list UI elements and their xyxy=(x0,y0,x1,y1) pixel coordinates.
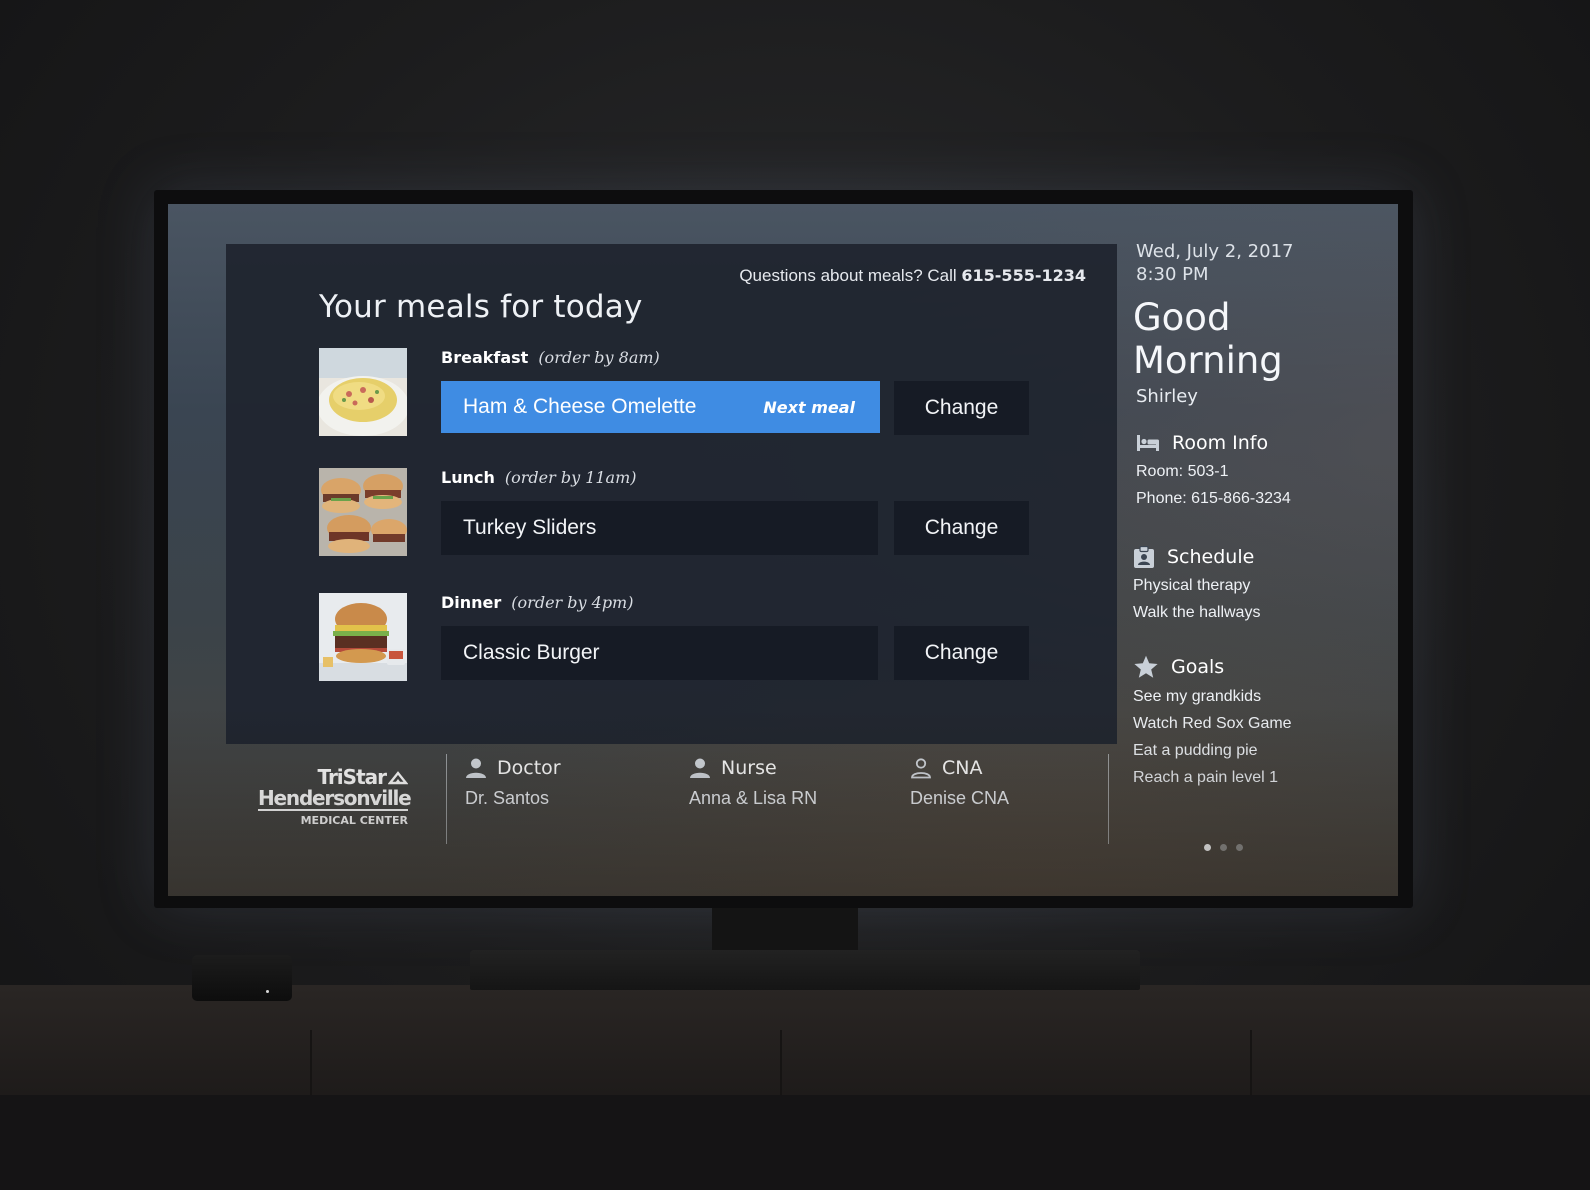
change-dinner-button[interactable]: Change xyxy=(894,626,1029,680)
change-breakfast-button[interactable]: Change xyxy=(894,381,1029,435)
logo-line-1-text: TriStar xyxy=(317,765,387,789)
care-team-name: Denise CNA xyxy=(910,788,1010,808)
meal-label-breakfast: Breakfast (order by 8am) xyxy=(441,348,660,367)
goals-title: Goals xyxy=(1171,656,1225,678)
sliders-photo xyxy=(319,468,407,556)
tv-stand-base xyxy=(470,950,1140,990)
set-top-box-light xyxy=(266,990,269,993)
person-icon xyxy=(690,758,710,778)
meal-row-lunch: Lunch (order by 11am) Turkey Sliders Chan… xyxy=(319,468,1039,558)
logo-line-2: Hendersonville xyxy=(258,786,412,811)
room-info-head: Room Info xyxy=(1136,432,1291,454)
next-meal-badge: Next meal xyxy=(763,397,855,417)
meal-deadline: (order by 11am) xyxy=(504,468,637,487)
schedule-title: Schedule xyxy=(1167,546,1255,568)
tv-screen: Questions about meals? Call 615-555-1234… xyxy=(168,204,1398,896)
care-team-cna: CNA Denise CNA xyxy=(910,757,1009,809)
meal-type: Breakfast xyxy=(441,348,529,367)
current-time: 8:30 PM xyxy=(1136,264,1209,285)
logo-line-1: TriStar xyxy=(258,765,409,789)
greeting-line-2: Morning xyxy=(1133,339,1283,382)
change-lunch-button[interactable]: Change xyxy=(894,501,1029,555)
meal-type: Dinner xyxy=(441,593,502,612)
sidebar: Wed, July 2, 2017 8:30 PM Good Morning S… xyxy=(1133,240,1383,786)
lunch-choice[interactable]: Turkey Sliders xyxy=(441,501,878,555)
meal-questions-phone: 615-555-1234 xyxy=(961,266,1086,285)
logo-line-3: MEDICAL CENTER xyxy=(300,814,408,827)
page-dot-1[interactable] xyxy=(1204,844,1211,851)
set-top-box xyxy=(192,955,292,1001)
page-indicator xyxy=(1204,844,1243,851)
schedule-section: Schedule Physical therapy Walk the hallw… xyxy=(1133,546,1260,622)
schedule-item: Physical therapy xyxy=(1133,577,1251,594)
schedule-item: Walk the hallways xyxy=(1133,604,1261,621)
page-dot-3[interactable] xyxy=(1236,844,1243,851)
meal-deadline: (order by 8am) xyxy=(538,348,660,367)
page-dot-2[interactable] xyxy=(1220,844,1227,851)
room-number: Room: 503-1 xyxy=(1136,463,1229,480)
person-icon xyxy=(466,758,486,778)
console-seam xyxy=(1250,1030,1252,1095)
meal-choice-label: Ham & Cheese Omelette xyxy=(463,395,697,418)
room-phone: Phone: 615-866-3234 xyxy=(1136,490,1291,507)
room-info-title: Room Info xyxy=(1172,432,1269,454)
greeting-line-1: Good xyxy=(1133,296,1231,339)
room-info-section: Room Info Room: 503-1 Phone: 615-866-323… xyxy=(1136,432,1291,508)
clipboard-icon xyxy=(1134,546,1154,568)
care-team-nurse: Nurse Anna & Lisa RN xyxy=(689,757,817,809)
meal-row-dinner: Dinner (order by 4pm) Classic Burger Chan… xyxy=(319,593,1039,683)
meal-choice-label: Classic Burger xyxy=(463,641,600,664)
meal-type: Lunch xyxy=(441,468,495,487)
omelette-photo xyxy=(319,348,407,436)
person-outline-icon xyxy=(911,758,931,779)
hospital-logo: TriStar Hendersonville MEDICAL CENTER xyxy=(258,765,412,827)
meal-questions: Questions about meals? Call 615-555-1234 xyxy=(739,266,1086,286)
footer-divider-left xyxy=(446,754,447,844)
meal-row-breakfast: Breakfast (order by 8am) Ham & Cheese Ome… xyxy=(319,348,1039,438)
burger-photo xyxy=(319,593,407,681)
goals-head: Goals xyxy=(1133,655,1292,679)
schedule-head: Schedule xyxy=(1133,546,1260,568)
care-team-role: Doctor xyxy=(497,757,561,779)
breakfast-choice[interactable]: Ham & Cheese Omelette Next meal xyxy=(441,381,880,433)
care-team-name: Dr. Santos xyxy=(465,788,550,808)
dinner-choice[interactable]: Classic Burger xyxy=(441,626,878,680)
console-seam xyxy=(780,1030,782,1095)
goal-item: Reach a pain level 1 xyxy=(1133,769,1278,786)
meal-deadline: (order by 4pm) xyxy=(511,593,634,612)
footer-divider-right xyxy=(1108,754,1109,844)
care-team-name: Anna & Lisa RN xyxy=(689,788,818,808)
console-seam xyxy=(310,1030,312,1095)
goal-item: Watch Red Sox Game xyxy=(1133,715,1292,732)
floor xyxy=(0,1095,1590,1190)
goal-item: Eat a pudding pie xyxy=(1133,742,1258,759)
meal-label-lunch: Lunch (order by 11am) xyxy=(441,468,637,487)
care-team-nurse-head: Nurse xyxy=(689,757,817,779)
greeting: Good Morning xyxy=(1133,296,1383,382)
meal-questions-text: Questions about meals? Call xyxy=(739,266,957,285)
care-team-role: Nurse xyxy=(721,757,777,779)
goals-section: Goals See my grandkids Watch Red Sox Gam… xyxy=(1133,655,1292,787)
logo-mark-icon xyxy=(387,771,409,785)
care-team-doctor: Doctor Dr. Santos xyxy=(465,757,561,809)
care-team-cna-head: CNA xyxy=(910,757,1009,779)
meal-label-dinner: Dinner (order by 4pm) xyxy=(441,593,633,612)
care-team-role: CNA xyxy=(942,757,983,779)
bed-icon xyxy=(1137,435,1159,451)
meals-panel: Questions about meals? Call 615-555-1234… xyxy=(226,244,1117,744)
meals-title: Your meals for today xyxy=(319,289,643,325)
patient-name: Shirley xyxy=(1136,386,1198,407)
meal-choice-label: Turkey Sliders xyxy=(463,516,597,539)
current-date: Wed, July 2, 2017 xyxy=(1136,241,1294,262)
care-team-doctor-head: Doctor xyxy=(465,757,561,779)
tv-console xyxy=(0,985,1590,1095)
goal-item: See my grandkids xyxy=(1133,688,1262,705)
date-time: Wed, July 2, 2017 8:30 PM xyxy=(1136,240,1383,286)
star-icon xyxy=(1134,655,1158,678)
